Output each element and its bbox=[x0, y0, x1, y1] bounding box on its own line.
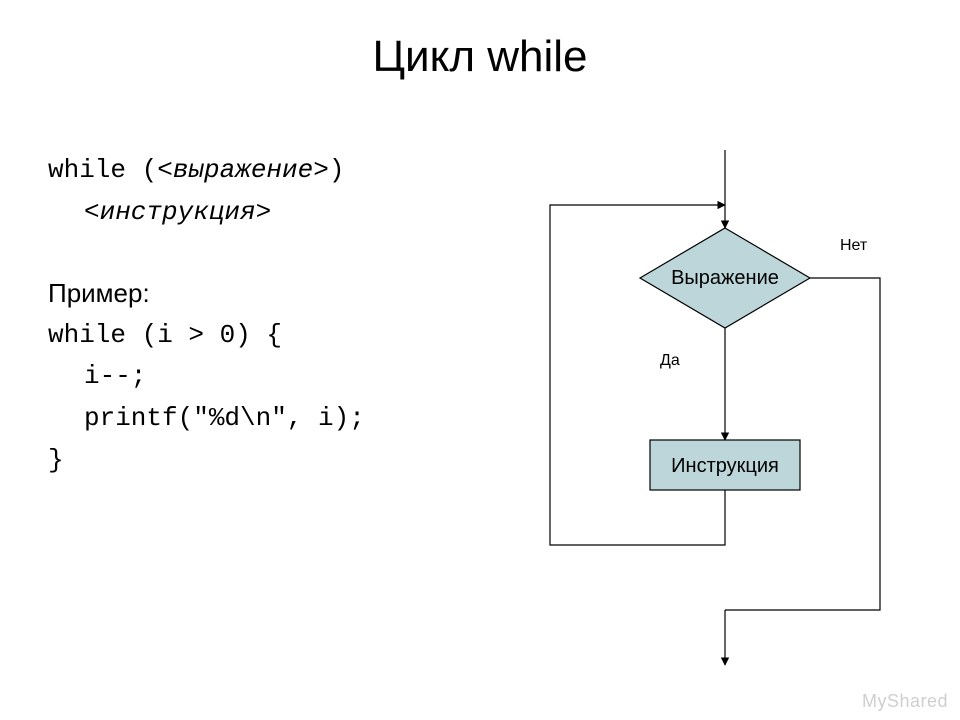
edge-label-no: Нет bbox=[840, 237, 868, 254]
process-label: Инструкция bbox=[671, 455, 779, 477]
spacer bbox=[48, 233, 365, 273]
example-line-4: } bbox=[48, 440, 365, 482]
decision-label: Выражение bbox=[671, 267, 779, 289]
example-line-1: while (i > 0) { bbox=[48, 315, 365, 357]
page-title: Цикл while bbox=[0, 32, 960, 82]
flowchart: Выражение Нет Да Инструкция bbox=[510, 150, 940, 670]
example-line-3: printf("%d\n", i); bbox=[48, 398, 365, 440]
syntax-while-close: ) bbox=[329, 155, 345, 185]
example-line-2: i--; bbox=[48, 356, 365, 398]
syntax-while-open: while ( bbox=[48, 155, 157, 185]
code-block: while (<выражение>) <инструкция> Пример:… bbox=[48, 150, 365, 481]
expression-placeholder: <выражение> bbox=[157, 155, 329, 185]
watermark: MyShared bbox=[862, 691, 948, 712]
example-heading: Пример: bbox=[48, 273, 365, 315]
syntax-line-2: <инструкция> bbox=[48, 192, 365, 234]
edge-label-yes: Да bbox=[660, 352, 680, 369]
syntax-line-1: while (<выражение>) bbox=[48, 150, 365, 192]
